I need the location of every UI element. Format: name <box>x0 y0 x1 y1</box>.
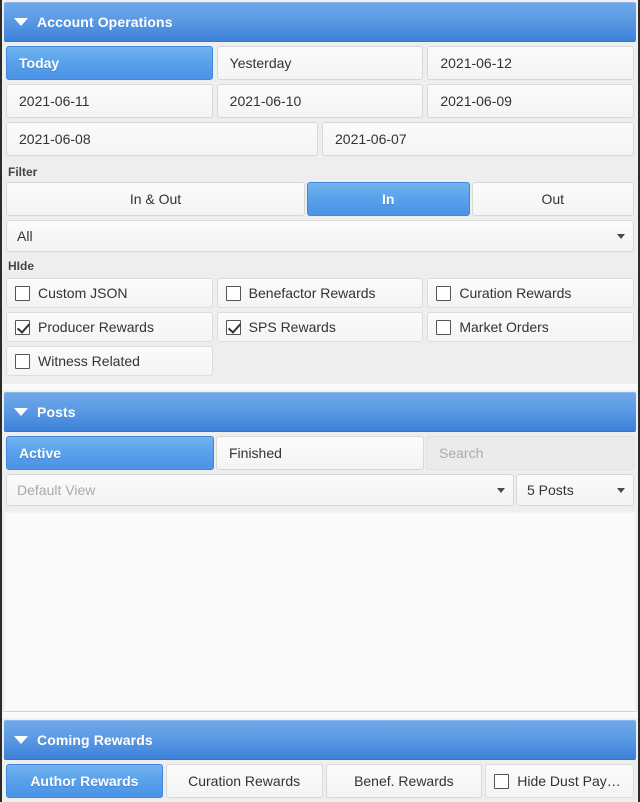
date-button-2021-06-11[interactable]: 2021-06-11 <box>6 84 213 118</box>
caret-down-icon <box>617 488 625 493</box>
date-button-label: 2021-06-10 <box>229 93 302 109</box>
date-button-2021-06-07[interactable]: 2021-06-07 <box>322 122 634 156</box>
date-row: 2021-06-11 2021-06-10 2021-06-09 <box>6 84 635 118</box>
date-button-2021-06-09[interactable]: 2021-06-09 <box>427 84 635 118</box>
coming-rewards-header[interactable]: Coming Rewards <box>4 720 636 760</box>
app-root: Account Operations Today Yesterday 2021-… <box>0 0 640 802</box>
account-operations-panel: Account Operations Today Yesterday 2021-… <box>2 2 638 384</box>
hide-witness-related-checkbox[interactable]: Witness Related <box>6 346 213 376</box>
filter-out-button[interactable]: Out <box>471 182 634 216</box>
hide-checkbox-grid: Custom JSON Benefactor Rewards Curation … <box>2 276 638 384</box>
account-operations-header[interactable]: Account Operations <box>4 2 636 42</box>
date-button-label: Today <box>19 55 60 71</box>
posts-count-select[interactable]: 5 Posts <box>516 474 634 506</box>
date-button-2021-06-10[interactable]: 2021-06-10 <box>216 84 424 118</box>
checkbox-icon <box>225 285 241 301</box>
hide-sps-rewards-checkbox[interactable]: SPS Rewards <box>216 312 424 342</box>
checkbox-label: Witness Related <box>38 353 140 369</box>
panel-gap <box>2 712 638 718</box>
tab-benefactor-rewards[interactable]: Benef. Rewards <box>325 764 483 798</box>
operation-type-select[interactable]: All <box>6 220 634 252</box>
posts-search-input[interactable]: Search <box>426 436 634 470</box>
filter-option-label: In & Out <box>129 191 182 207</box>
date-row: Today Yesterday 2021-06-12 <box>6 46 635 80</box>
tab-curation-rewards[interactable]: Curation Rewards <box>165 764 323 798</box>
posts-view-select[interactable]: Default View <box>6 474 514 506</box>
checkbox-label: Hide Dust Payouts <box>517 773 625 789</box>
filter-option-label: Out <box>541 191 565 207</box>
caret-down-icon <box>617 234 625 239</box>
checkbox-checked-icon <box>15 319 30 335</box>
date-button-label: 2021-06-12 <box>440 55 512 71</box>
check-row: Witness Related <box>6 346 634 376</box>
posts-view-value: Default View <box>17 482 96 498</box>
date-range-grid: Today Yesterday 2021-06-12 2021-06-11 20… <box>2 42 638 158</box>
date-button-label: 2021-06-07 <box>335 131 407 147</box>
posts-header[interactable]: Posts <box>4 392 636 432</box>
filter-option-label: In <box>382 191 395 207</box>
date-button-2021-06-08[interactable]: 2021-06-08 <box>6 122 318 156</box>
date-button-label: 2021-06-08 <box>19 131 91 147</box>
check-row: Producer Rewards SPS Rewards Market Orde… <box>6 312 635 342</box>
filter-in-and-out-button[interactable]: In & Out <box>6 182 305 216</box>
date-button-label: 2021-06-11 <box>19 93 90 109</box>
posts-select-row: Default View 5 Posts <box>2 470 638 506</box>
hide-custom-json-checkbox[interactable]: Custom JSON <box>6 278 213 308</box>
posts-title: Posts <box>37 404 76 420</box>
caret-down-icon <box>14 18 28 26</box>
filter-direction-segmented: In & Out In Out <box>2 182 638 216</box>
date-button-label: 2021-06-09 <box>440 93 512 109</box>
checkbox-label: Curation Rewards <box>459 285 572 301</box>
filter-label: Filter <box>8 165 38 179</box>
hide-producer-rewards-checkbox[interactable]: Producer Rewards <box>6 312 213 342</box>
hide-benefactor-rewards-checkbox[interactable]: Benefactor Rewards <box>216 278 424 308</box>
tab-finished-posts[interactable]: Finished <box>216 436 424 470</box>
date-button-yesterday[interactable]: Yesterday <box>216 46 424 80</box>
posts-toolbar: Active Finished Search <box>2 432 638 470</box>
hide-curation-rewards-checkbox[interactable]: Curation Rewards <box>427 278 635 308</box>
tab-label: Author Rewards <box>30 773 139 789</box>
operation-type-value: All <box>17 228 33 244</box>
checkbox-label: SPS Rewards <box>248 319 336 335</box>
caret-down-icon <box>497 488 505 493</box>
checkbox-label: Producer Rewards <box>38 319 154 335</box>
tab-label: Benef. Rewards <box>354 773 454 789</box>
checkbox-icon <box>494 773 510 789</box>
coming-rewards-panel: Coming Rewards Author Rewards Curation R… <box>2 720 638 802</box>
checkbox-icon <box>436 285 452 301</box>
hide-label: HIde <box>8 259 35 273</box>
tab-active-posts[interactable]: Active <box>6 436 214 470</box>
date-button-today[interactable]: Today <box>6 46 213 80</box>
check-row: Custom JSON Benefactor Rewards Curation … <box>6 278 635 308</box>
grid-spacer <box>217 346 424 376</box>
checkbox-icon <box>436 319 452 335</box>
coming-rewards-title: Coming Rewards <box>37 732 153 748</box>
checkbox-checked-icon <box>225 319 241 335</box>
coming-rewards-toolbar: Author Rewards Curation Rewards Benef. R… <box>2 760 638 802</box>
date-button-2021-06-12[interactable]: 2021-06-12 <box>427 46 635 80</box>
tab-label: Curation Rewards <box>188 773 301 789</box>
posts-list-empty-area <box>4 512 636 712</box>
grid-spacer <box>427 346 634 376</box>
checkbox-label: Benefactor Rewards <box>248 285 376 301</box>
tab-label: Active <box>19 445 62 461</box>
posts-panel: Posts Active Finished Search Default Vie… <box>2 392 638 712</box>
caret-down-icon <box>14 736 28 744</box>
panel-gap <box>2 384 638 390</box>
checkbox-icon <box>15 353 30 369</box>
posts-count-value: 5 Posts <box>527 482 574 498</box>
hide-dust-payouts-checkbox[interactable]: Hide Dust Payouts <box>485 764 634 798</box>
checkbox-label: Custom JSON <box>38 285 128 301</box>
tab-author-rewards[interactable]: Author Rewards <box>6 764 163 798</box>
checkbox-label: Market Orders <box>459 319 549 335</box>
account-operations-title: Account Operations <box>37 14 173 30</box>
hide-market-orders-checkbox[interactable]: Market Orders <box>427 312 635 342</box>
tab-label: Finished <box>229 445 282 461</box>
search-placeholder: Search <box>439 445 484 461</box>
date-row: 2021-06-08 2021-06-07 <box>6 122 634 156</box>
filter-in-button[interactable]: In <box>307 182 470 216</box>
date-button-label: Yesterday <box>229 55 292 71</box>
caret-down-icon <box>14 408 28 416</box>
checkbox-icon <box>15 285 30 301</box>
